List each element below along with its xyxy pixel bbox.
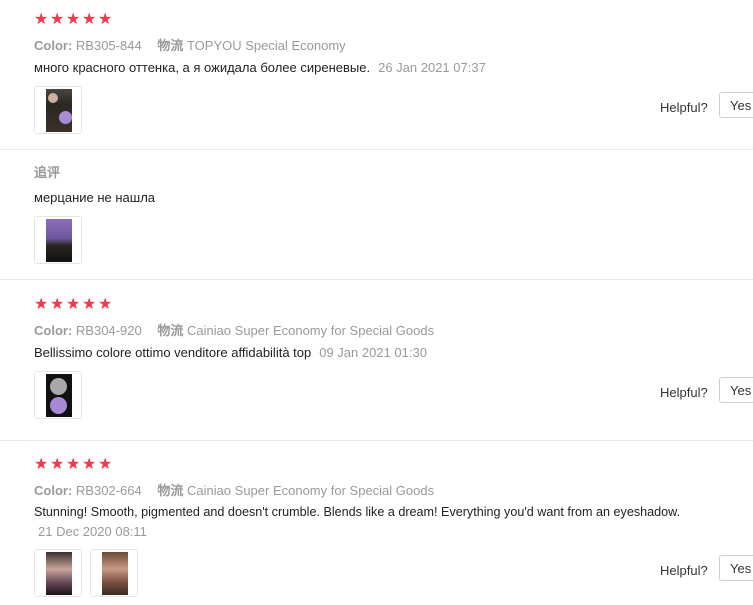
helpful-yes-button[interactable]: Yes bbox=[719, 92, 753, 118]
star-icon: ★ bbox=[98, 11, 113, 28]
review-photo-thumbnail[interactable] bbox=[34, 371, 82, 419]
helpful-label: Helpful? bbox=[660, 100, 708, 115]
review-item: ★ ★ ★ ★ ★ Color: RB304-920 物流 Cainiao Su… bbox=[0, 280, 753, 440]
additional-review-title: 追评 bbox=[34, 166, 61, 181]
review-text: Stunning! Smooth, pigmented and doesn't … bbox=[34, 505, 681, 519]
review-date: 21 Dec 2020 08:11 bbox=[38, 524, 147, 539]
review-date: 26 Jan 2021 07:37 bbox=[378, 60, 486, 75]
star-rating: ★ ★ ★ ★ ★ bbox=[34, 11, 113, 28]
helpful-yes-button[interactable]: Yes bbox=[719, 377, 753, 403]
star-rating: ★ ★ ★ ★ ★ bbox=[34, 456, 113, 473]
color-value: RB304-920 bbox=[75, 323, 142, 338]
star-rating: ★ ★ ★ ★ ★ bbox=[34, 296, 113, 313]
star-icon: ★ bbox=[34, 11, 49, 28]
helpful-label: Helpful? bbox=[660, 563, 708, 578]
shipping-label: 物流 bbox=[157, 38, 184, 53]
review-photo-thumbnail[interactable] bbox=[34, 549, 82, 597]
shipping-value: TOPYOU Special Economy bbox=[186, 38, 346, 53]
star-icon: ★ bbox=[66, 11, 81, 28]
review-item: ★ ★ ★ ★ ★ Color: RB302-664 物流 Cainiao Su… bbox=[0, 441, 753, 605]
star-icon: ★ bbox=[98, 296, 113, 313]
review-body: Bellissimo colore ottimo venditore affid… bbox=[34, 345, 312, 360]
additional-review-text: мерцание не нашла bbox=[34, 190, 156, 205]
review-meta: Color: RB305-844 物流 TOPYOU Special Econo… bbox=[34, 35, 346, 54]
color-label: Color: bbox=[34, 483, 73, 498]
review-item: ★ ★ ★ ★ ★ Color: RB305-844 物流 TOPYOU Spe… bbox=[0, 0, 753, 150]
shipping-value: Cainiao Super Economy for Special Goods bbox=[186, 323, 435, 338]
star-icon: ★ bbox=[50, 456, 65, 473]
star-icon: ★ bbox=[50, 11, 65, 28]
star-icon: ★ bbox=[34, 456, 49, 473]
color-label: Color: bbox=[34, 38, 73, 53]
star-icon: ★ bbox=[66, 296, 81, 313]
review-photo-thumbnail[interactable] bbox=[90, 549, 138, 597]
color-label: Color: bbox=[34, 323, 73, 338]
additional-review: 追评 мерцание не нашла bbox=[0, 150, 753, 280]
star-icon: ★ bbox=[82, 11, 97, 28]
review-photo-thumbnail[interactable] bbox=[34, 216, 82, 264]
color-value: RB302-664 bbox=[75, 483, 142, 498]
star-icon: ★ bbox=[34, 296, 49, 313]
shipping-label: 物流 bbox=[157, 323, 184, 338]
color-value: RB305-844 bbox=[75, 38, 142, 53]
review-body: много красного оттенка, а я ожидала боле… bbox=[34, 60, 371, 75]
shipping-value: Cainiao Super Economy for Special Goods bbox=[186, 483, 435, 498]
star-icon: ★ bbox=[82, 296, 97, 313]
review-photo-thumbnail[interactable] bbox=[34, 86, 82, 134]
review-text: много красного оттенка, а я ожидала боле… bbox=[34, 60, 486, 75]
review-meta: Color: RB304-920 物流 Cainiao Super Econom… bbox=[34, 320, 434, 339]
star-icon: ★ bbox=[50, 296, 65, 313]
helpful-label: Helpful? bbox=[660, 385, 708, 400]
star-icon: ★ bbox=[98, 456, 113, 473]
review-meta: Color: RB302-664 物流 Cainiao Super Econom… bbox=[34, 480, 434, 499]
star-icon: ★ bbox=[66, 456, 81, 473]
star-icon: ★ bbox=[82, 456, 97, 473]
shipping-label: 物流 bbox=[157, 483, 184, 498]
review-date: 09 Jan 2021 01:30 bbox=[319, 345, 427, 360]
helpful-yes-button[interactable]: Yes bbox=[719, 555, 753, 581]
review-text: Bellissimo colore ottimo venditore affid… bbox=[34, 345, 427, 360]
